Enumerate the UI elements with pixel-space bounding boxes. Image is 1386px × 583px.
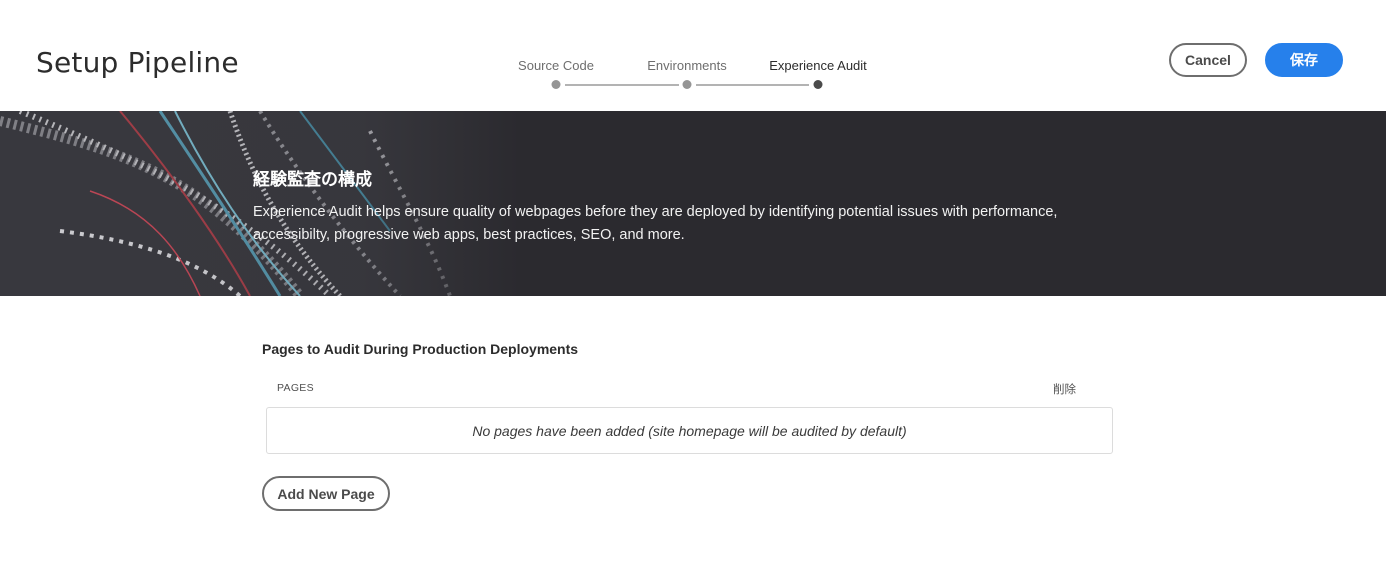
pages-empty-state: No pages have been added (site homepage … [266,407,1113,454]
page-title: Setup Pipeline [36,46,239,79]
step-connector [696,84,809,86]
step-source-code-dot[interactable] [551,80,561,89]
step-experience-audit-label[interactable]: Experience Audit [769,58,867,73]
step-connector [565,84,679,86]
hero-title: 経験監査の構成 [253,170,372,189]
step-experience-audit-dot[interactable] [813,80,823,89]
save-button[interactable]: 保存 [1265,43,1343,77]
delete-column-header: 削除 [1053,384,1076,396]
pipeline-stepper: Source Code Environments Experience Audi… [500,56,900,96]
empty-state-message: No pages have been added (site homepage … [472,422,907,439]
add-new-page-button[interactable]: Add New Page [262,476,390,511]
pages-column-header: PAGES [277,382,314,394]
step-environments-dot[interactable] [682,80,692,89]
page-header: Setup Pipeline Source Code Environments … [0,0,1386,111]
pages-section-title: Pages to Audit During Production Deploym… [262,341,579,357]
cancel-button[interactable]: Cancel [1169,43,1247,77]
step-source-code-label[interactable]: Source Code [518,58,594,73]
hero-banner: 経験監査の構成 Experience Audit helps ensure qu… [0,111,1386,296]
step-environments-label[interactable]: Environments [647,58,726,73]
hero-description: Experience Audit helps ensure quality of… [253,204,1058,243]
